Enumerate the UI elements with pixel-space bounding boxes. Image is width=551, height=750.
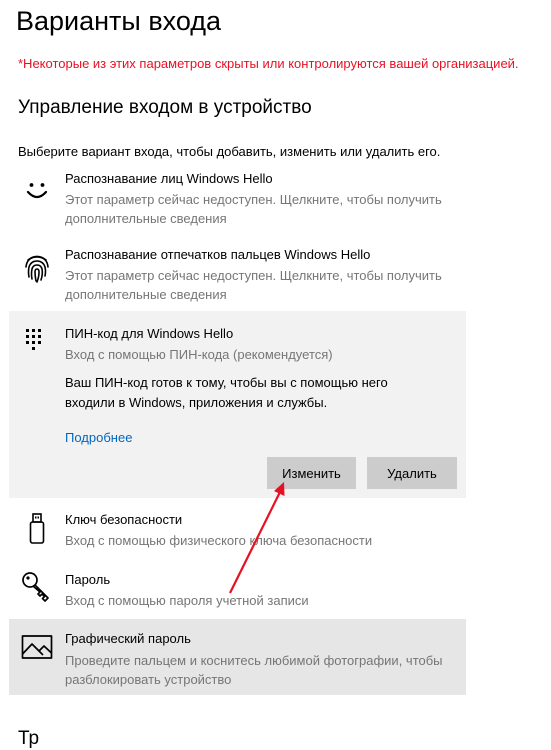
option-description: Вход с помощью физического ключа безопас… <box>65 533 373 548</box>
intro-text: Выберите вариант входа, чтобы добавить, … <box>18 144 441 159</box>
option-fingerprint[interactable]: Распознавание отпечатков пальцев Windows… <box>9 240 466 310</box>
option-title: Пароль <box>65 572 111 587</box>
option-face-recognition[interactable]: Распознавание лиц Windows Hello Этот пар… <box>9 164 466 234</box>
section-title: Управление входом в устройство <box>18 97 312 118</box>
learn-more-link[interactable]: Подробнее <box>65 430 132 445</box>
option-title: Графический пароль <box>65 631 191 646</box>
option-title: ПИН-код для Windows Hello <box>65 326 234 341</box>
option-title: Распознавание отпечатков пальцев Windows… <box>65 247 371 262</box>
option-title: Ключ безопасности <box>65 512 183 527</box>
policy-warning: *Некоторые из этих параметров скрыты или… <box>18 56 519 71</box>
pin-keypad-icon <box>21 326 53 358</box>
option-description: Этот параметр сейчас недоступен. Щелкнит… <box>65 268 442 302</box>
option-description: Этот параметр сейчас недоступен. Щелкнит… <box>65 192 442 226</box>
picture-icon <box>21 632 53 664</box>
option-security-key[interactable]: Ключ безопасности Вход с помощью физичес… <box>9 504 466 562</box>
option-description: Вход с помощью ПИН-кода (рекомендуется) <box>65 347 333 362</box>
face-icon <box>21 174 53 206</box>
option-description: Проведите пальцем и коснитесь любимой фо… <box>65 653 443 687</box>
option-pin-expanded[interactable]: ПИН-код для Windows Hello Вход с помощью… <box>9 311 466 498</box>
key-icon <box>21 571 53 603</box>
change-pin-button[interactable]: Изменить <box>267 457 356 489</box>
next-section-title-partial: Тр <box>18 728 40 749</box>
option-title: Распознавание лиц Windows Hello <box>65 171 273 186</box>
remove-pin-button[interactable]: Удалить <box>367 457 457 489</box>
option-password[interactable]: Пароль Вход с помощью пароля учетной зап… <box>9 564 466 616</box>
option-picture-password[interactable]: Графический пароль Проведите пальцем и к… <box>9 619 466 695</box>
usb-key-icon <box>21 513 53 545</box>
page-title: Варианты входа <box>16 6 222 36</box>
option-description: Вход с помощью пароля учетной записи <box>65 593 309 608</box>
fingerprint-icon <box>21 252 53 284</box>
pin-details-text: Ваш ПИН-код готов к тому, чтобы вы с пом… <box>65 375 388 410</box>
